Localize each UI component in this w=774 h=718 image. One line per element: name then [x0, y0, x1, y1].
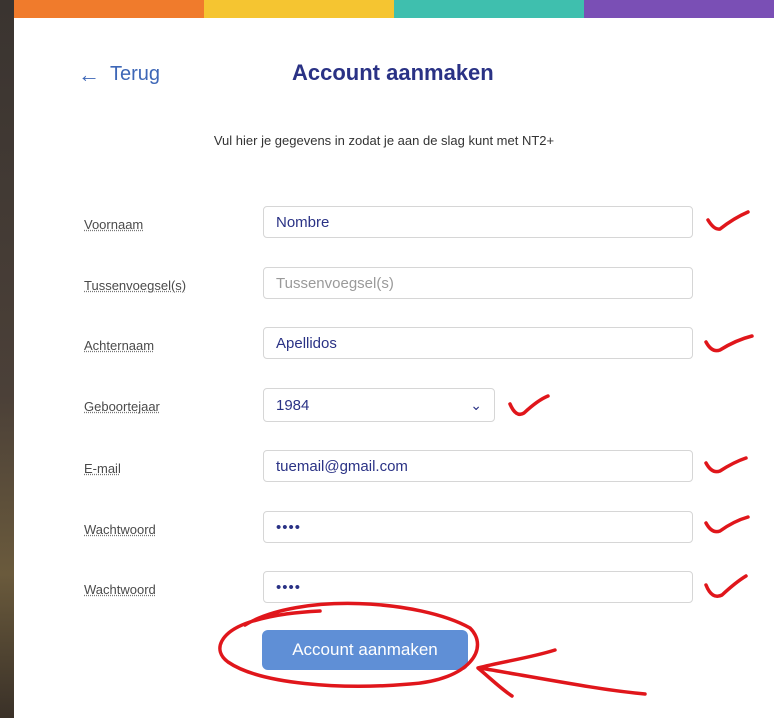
infix-field[interactable]	[263, 267, 693, 299]
first-name-label: Voornaam	[84, 217, 144, 232]
email-row: E-mail	[14, 450, 774, 486]
first-name-field[interactable]	[263, 206, 693, 238]
page-title: Account aanmaken	[292, 60, 494, 85]
birth-year-row: Geboortejaar 1984 ⌄	[14, 388, 774, 424]
email-field[interactable]	[263, 450, 693, 482]
first-name-row: Voornaam	[14, 206, 774, 242]
last-name-row: Achternaam	[14, 327, 774, 363]
color-stripe	[14, 0, 774, 18]
signup-card: ← Terug Account aanmaken Vul hier je geg…	[14, 0, 774, 718]
back-link[interactable]: ← Terug	[78, 63, 160, 86]
chevron-down-icon: ⌄	[470, 396, 482, 413]
birth-year-select[interactable]: 1984 ⌄	[263, 388, 495, 422]
back-label: Terug	[110, 63, 161, 85]
email-label: E-mail	[84, 461, 121, 476]
background-left	[0, 0, 14, 718]
arrow-left-icon: ←	[78, 61, 100, 87]
infix-row: Tussenvoegsel(s)	[14, 267, 774, 303]
birth-year-value: 1984	[276, 396, 310, 414]
last-name-label: Achternaam	[84, 338, 155, 353]
password-label: Wachtwoord	[84, 522, 156, 537]
birth-year-label: Geboortejaar	[84, 399, 160, 414]
password-confirm-field[interactable]	[263, 571, 693, 603]
password-confirm-row: Wachtwoord	[14, 571, 774, 607]
password-field[interactable]	[263, 511, 693, 543]
password-row: Wachtwoord	[14, 511, 774, 547]
infix-label: Tussenvoegsel(s)	[84, 278, 187, 293]
create-account-button[interactable]: Account aanmaken	[262, 630, 468, 670]
password-confirm-label: Wachtwoord	[84, 582, 156, 597]
page-subtitle: Vul hier je gegevens in zodat je aan de …	[213, 133, 555, 148]
last-name-field[interactable]	[263, 327, 693, 359]
